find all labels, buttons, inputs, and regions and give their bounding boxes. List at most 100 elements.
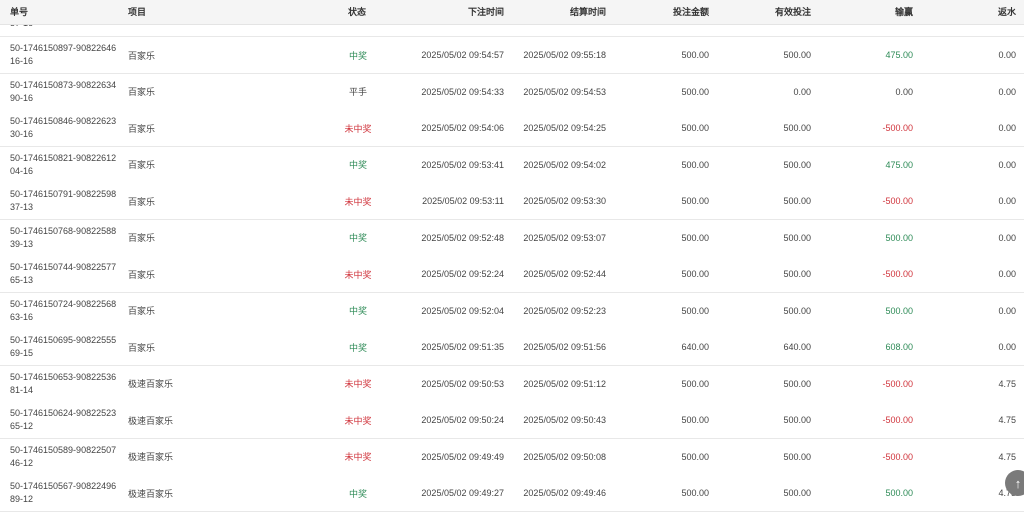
cell-rebate: 0.00: [998, 123, 1016, 133]
cell-order-no: 50-1746150653-90822536 81-14: [10, 366, 116, 402]
status-badge: 未中奖: [344, 415, 372, 426]
cell-win-loss: 475.00: [885, 159, 913, 170]
cell-order-no: 50-1746150821-90822612 04-16: [10, 147, 116, 183]
cell-bet-time: 2025/05/02 09:52:48: [421, 232, 504, 243]
cell-bet-amount: 500.00: [681, 415, 709, 425]
order-no-line-2: 65-12: [10, 421, 34, 431]
table-row[interactable]: 50-1746150724-90822568 63-16 百家乐 中奖 2025/05/…: [0, 292, 1024, 330]
cell-settle-time: 2025/05/02 09:49:46: [523, 488, 606, 498]
cell-valid-bet: 500.00: [783, 451, 811, 462]
cell-settle-time: 2025/05/02 09:53:07: [523, 232, 606, 243]
header-rebate[interactable]: 返水: [998, 0, 1016, 24]
cell-bet-time: 2025/05/02 09:49:27: [421, 488, 504, 498]
cell-project: 极速百家乐: [128, 379, 174, 389]
cell-bet-time: 2025/05/02 09:53:41: [421, 159, 504, 170]
table-row[interactable]: 50-1746150589-90822507 46-12 极速百家乐 未中奖 2025/…: [0, 438, 1024, 476]
cell-win-loss: -500.00: [882, 451, 913, 462]
header-settle-time[interactable]: 结算时间: [570, 0, 606, 24]
cell-valid-bet: 500.00: [783, 488, 811, 498]
status-badge: 未中奖: [344, 196, 372, 207]
cell-bet-time: 2025/05/02 09:50:24: [421, 415, 504, 425]
table-row[interactable]: 50-1746150653-90822536 81-14 极速百家乐 未中奖 2025/…: [0, 365, 1024, 403]
cell-settle-time: 2025/05/02 09:50:08: [523, 451, 606, 462]
cell-win-loss: 500.00: [885, 305, 913, 316]
header-valid-bet[interactable]: 有效投注: [775, 0, 811, 24]
cell-project: 百家乐: [128, 123, 156, 134]
cell-bet-time: 2025/05/02 09:52:04: [421, 305, 504, 316]
cell-project: 百家乐: [128, 160, 156, 170]
table-row[interactable]: 50-1746150695-90822555 69-15 百家乐 中奖 2025/05/…: [0, 329, 1024, 366]
order-no-line-2: 81-14: [10, 384, 34, 395]
header-project[interactable]: 项目: [128, 0, 146, 24]
arrow-up-icon: ↑: [1014, 475, 1022, 491]
cell-win-loss: 608.00: [885, 342, 913, 352]
cell-order-no: 50-1746150744-90822577 65-13: [10, 256, 116, 292]
cell-bet-amount: 500.00: [681, 451, 709, 462]
cell-project: 百家乐: [128, 87, 156, 97]
cell-bet-time: 2025/05/02 09:54:57: [421, 50, 504, 60]
cell-valid-bet: 500.00: [783, 159, 811, 170]
status-badge: 未中奖: [344, 269, 372, 280]
table-row[interactable]: 50-1746150567-90822496 89-12 极速百家乐 中奖 2025/0…: [0, 475, 1024, 512]
order-no-line-2: 37-13: [10, 202, 34, 212]
table-row[interactable]: 50-1746150897-90822646 16-16 百家乐 中奖 2025/05/…: [0, 37, 1024, 74]
order-no-line-1: 50-1746150768-90822588: [10, 225, 117, 236]
cell-order-no: 50-1746150724-90822568 63-16: [10, 293, 116, 329]
cell-win-loss: 475.00: [885, 50, 913, 60]
order-no-line-1: 50-1746150567-90822496: [10, 481, 117, 491]
cell-bet-amount: 500.00: [681, 488, 709, 498]
cell-project: 百家乐: [128, 269, 156, 280]
cell-settle-time: 2025/05/02 09:52:23: [523, 305, 606, 316]
cell-bet-time: 2025/05/02 09:49:49: [421, 451, 504, 462]
order-no-line-2: 89-12: [10, 494, 34, 504]
cell-valid-bet: 640.00: [783, 342, 811, 352]
cell-settle-time: 2025/05/02 09:50:43: [523, 415, 606, 425]
cell-rebate: 4.75: [998, 415, 1016, 425]
cell-settle-time: 2025/05/02 09:53:30: [523, 196, 606, 206]
cell-rebate: 0.00: [998, 342, 1016, 352]
table-row[interactable]: 50-1746150846-90822623 30-16 百家乐 未中奖 2025/05…: [0, 110, 1024, 147]
cell-bet-time: 2025/05/02 09:51:35: [421, 342, 504, 352]
cell-valid-bet: 500.00: [783, 123, 811, 133]
status-badge: 未中奖: [344, 123, 372, 134]
header-order-no[interactable]: 单号: [10, 0, 28, 24]
cell-settle-time: 2025/05/02 09:51:56: [523, 342, 606, 352]
cell-order-no: 50-1746150695-90822555 69-15: [10, 329, 116, 365]
header-bet-time[interactable]: 下注时间: [468, 0, 504, 24]
cell-bet-amount: 500.00: [681, 196, 709, 206]
cell-valid-bet: 500.00: [783, 269, 811, 279]
cell-rebate: 0.00: [998, 50, 1016, 60]
scroll-to-top-button[interactable]: ↑: [1005, 470, 1024, 496]
status-badge: 未中奖: [344, 379, 372, 389]
cell-project: 百家乐: [128, 50, 156, 61]
cell-valid-bet: 500.00: [783, 196, 811, 206]
cell-win-loss: -500.00: [882, 196, 913, 206]
table-row[interactable]: 50-1746150768-90822588 39-13 百家乐 中奖 2025/05/…: [0, 219, 1024, 257]
cell-rebate: 4.75: [998, 378, 1016, 389]
cell-valid-bet: 500.00: [783, 305, 811, 316]
table-row[interactable]: 50-1746150791-90822598 37-13 百家乐 未中奖 2025/05…: [0, 183, 1024, 220]
cell-win-loss: 0.00: [895, 86, 913, 97]
table-row[interactable]: 50-1746150821-90822612 04-16 百家乐 中奖 2025/05/…: [0, 146, 1024, 184]
header-status[interactable]: 状态: [348, 0, 366, 24]
cell-project: 百家乐: [128, 306, 156, 316]
order-no-line-1: 50-1746150624-90822523: [10, 408, 117, 418]
cell-settle-time: 2025/05/02 09:54:53: [523, 86, 606, 97]
cell-bet-amount: 500.00: [681, 159, 709, 170]
cell-bet-amount: 500.00: [681, 269, 709, 279]
cell-win-loss: -500.00: [882, 415, 913, 425]
order-no-line-1: 50-1746150846-90822623: [10, 116, 117, 126]
table-row[interactable]: 50-1746150744-90822577 65-13 百家乐 未中奖 2025/05…: [0, 256, 1024, 293]
header-win-loss[interactable]: 输赢: [895, 0, 913, 24]
cell-bet-time: 2025/05/02 09:54:33: [421, 86, 504, 97]
order-no-line-2: 63-16: [10, 311, 34, 322]
status-badge: 中奖: [348, 50, 367, 61]
table-row[interactable]: 50-1746150624-90822523 65-12 极速百家乐 未中奖 2025/…: [0, 402, 1024, 439]
header-bet-amount[interactable]: 投注金额: [673, 0, 709, 24]
order-no-line-2: 30-16: [10, 129, 34, 139]
order-no-line-2: 46-12: [10, 457, 34, 468]
order-no-line-1: 50-1746150695-90822555: [10, 335, 117, 345]
cell-bet-amount: 640.00: [681, 342, 709, 352]
table-row[interactable]: 50-1746150873-90822634 90-16 百家乐 平手 2025/05/…: [0, 73, 1024, 111]
cell-settle-time: 2025/05/02 09:52:44: [523, 269, 606, 279]
